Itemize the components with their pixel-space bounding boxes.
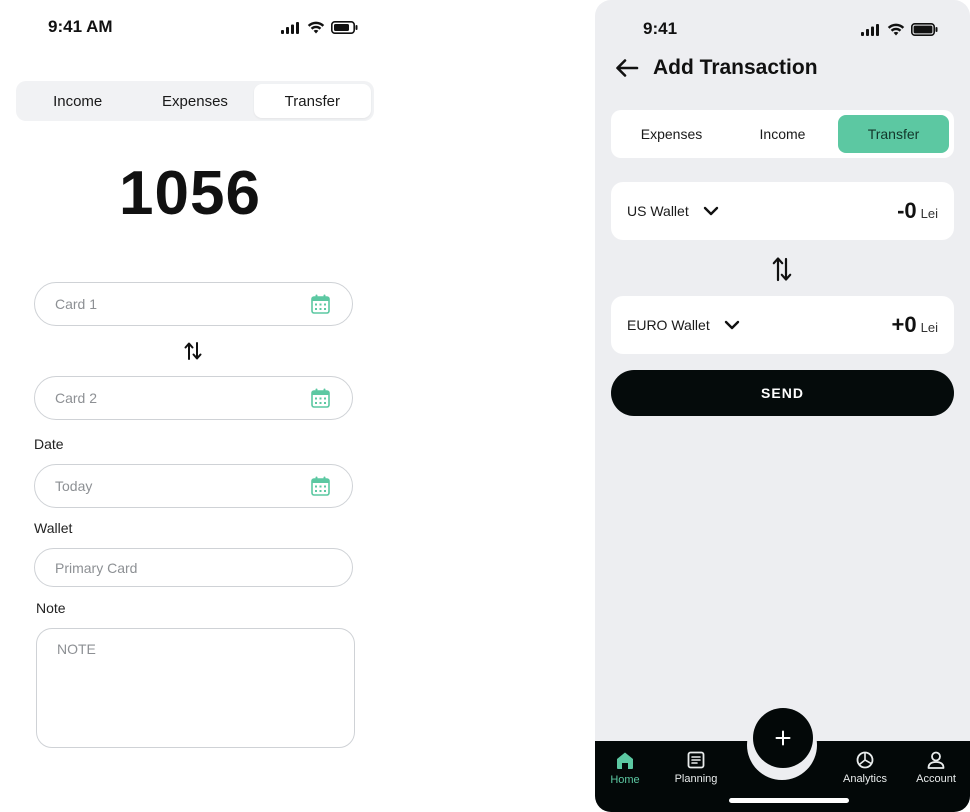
analytics-icon xyxy=(856,751,874,769)
card1-placeholder: Card 1 xyxy=(55,296,98,312)
add-transaction-fab[interactable] xyxy=(753,708,813,768)
wifi-icon xyxy=(887,23,905,36)
plus-icon xyxy=(775,730,791,746)
nav-account[interactable]: Account xyxy=(906,751,966,785)
status-icons xyxy=(861,23,938,36)
tab-expenses[interactable]: Expenses xyxy=(136,84,253,118)
from-wallet-name: US Wallet xyxy=(627,203,689,219)
to-amount-value: +0 xyxy=(891,312,917,337)
wallet-input[interactable]: Primary Card xyxy=(34,548,353,587)
tab-income[interactable]: Income xyxy=(19,84,136,118)
swap-icon[interactable] xyxy=(772,256,792,282)
date-label: Date xyxy=(34,436,64,452)
note-label: Note xyxy=(36,600,66,616)
swap-icon[interactable] xyxy=(184,341,202,361)
from-amount-currency: Lei xyxy=(920,206,938,221)
nav-account-label: Account xyxy=(916,773,956,785)
note-placeholder: NOTE xyxy=(57,641,96,657)
date-placeholder: Today xyxy=(55,478,93,494)
date-input[interactable]: Today xyxy=(34,464,353,508)
nav-planning[interactable]: Planning xyxy=(666,751,726,785)
nav-planning-label: Planning xyxy=(674,773,718,785)
calendar-icon[interactable] xyxy=(311,294,330,314)
transaction-type-tabs: Income Expenses Transfer xyxy=(16,81,374,121)
signal-icon xyxy=(281,21,299,34)
page-header: Add Transaction xyxy=(615,56,818,80)
transaction-type-tabs: Expenses Income Transfer xyxy=(611,110,954,158)
planning-icon xyxy=(687,751,705,769)
home-indicator xyxy=(729,798,849,803)
battery-icon xyxy=(331,21,358,34)
chevron-down-icon[interactable] xyxy=(703,206,719,216)
account-icon xyxy=(927,751,945,769)
from-wallet-amount[interactable]: -0 Lei xyxy=(897,198,938,224)
wifi-icon xyxy=(307,21,325,34)
to-wallet-amount[interactable]: +0 Lei xyxy=(892,312,938,338)
nav-analytics-label: Analytics xyxy=(842,773,888,785)
tab-income[interactable]: Income xyxy=(727,115,838,153)
battery-icon xyxy=(911,23,938,36)
tab-transfer[interactable]: Transfer xyxy=(838,115,949,153)
signal-icon xyxy=(861,23,879,36)
to-amount-currency: Lei xyxy=(920,320,938,335)
from-wallet-card[interactable]: US Wallet -0 Lei xyxy=(611,182,954,240)
right-screen: 9:41 Add Transaction Expenses Income Tra… xyxy=(595,0,970,812)
chevron-down-icon[interactable] xyxy=(724,320,740,330)
nav-home[interactable]: Home xyxy=(595,751,655,786)
send-button[interactable]: SEND xyxy=(611,370,954,416)
calendar-icon[interactable] xyxy=(311,388,330,408)
page-title: Add Transaction xyxy=(653,56,818,79)
amount-display[interactable]: 1056 xyxy=(0,158,380,229)
to-wallet-card[interactable]: EURO Wallet +0 Lei xyxy=(611,296,954,354)
wallet-placeholder: Primary Card xyxy=(55,559,138,576)
nav-analytics[interactable]: Analytics xyxy=(835,751,895,785)
card2-placeholder: Card 2 xyxy=(55,390,98,406)
status-time: 9:41 AM xyxy=(48,17,113,36)
home-icon xyxy=(617,752,633,769)
from-amount-value: -0 xyxy=(897,198,917,223)
tab-expenses[interactable]: Expenses xyxy=(616,115,727,153)
calendar-icon[interactable] xyxy=(311,476,330,496)
to-wallet-name: EURO Wallet xyxy=(627,317,710,333)
status-icons xyxy=(281,21,358,34)
note-textarea[interactable]: NOTE xyxy=(36,628,355,748)
card2-input[interactable]: Card 2 xyxy=(34,376,353,420)
status-time: 9:41 xyxy=(643,19,678,38)
left-screen: 9:41 AM Income Expenses Transfer 1056 Ca… xyxy=(0,0,390,812)
tab-transfer[interactable]: Transfer xyxy=(253,84,371,118)
card1-input[interactable]: Card 1 xyxy=(34,282,353,326)
nav-home-label: Home xyxy=(610,774,640,786)
wallet-label: Wallet xyxy=(34,520,73,536)
back-arrow-icon[interactable] xyxy=(615,58,639,78)
